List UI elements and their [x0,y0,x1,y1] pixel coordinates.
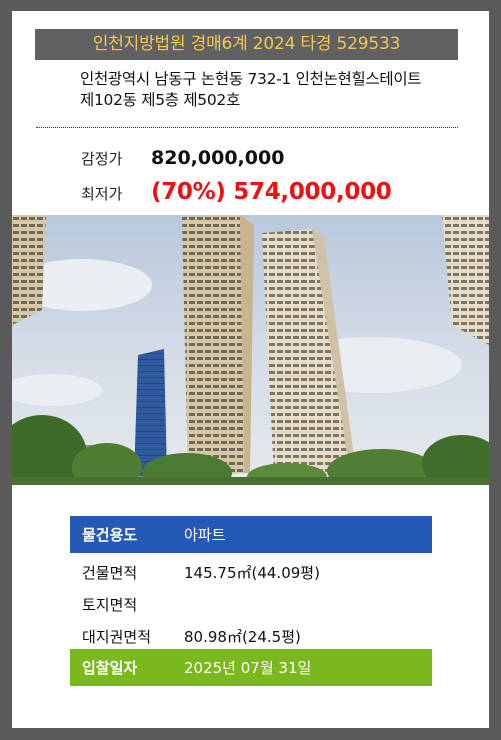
land-right-area-row: 대지권면적 80.98㎡(24.5평) [70,619,432,653]
appraisal-value: 820,000,000 [151,147,285,169]
court-case-banner: 인천지방법원 경매6계 2024 타경 529533 [35,29,458,60]
usage-value: 아파트 [184,526,226,544]
bid-date-value: 2025년 07월 31일 [184,659,312,677]
minimum-value: (70%) 574,000,000 [151,179,392,205]
property-address: 인천광역시 남동구 논현동 732-1 인천논현힐스테이트 제102동 제5층 … [80,69,480,111]
dotted-divider [36,127,458,128]
usage-row: 물건용도 아파트 [70,516,432,553]
building-area-label: 건물면적 [82,563,138,582]
appraisal-price-row: 감정가 820,000,000 [81,147,284,169]
bid-date-label: 입찰일자 [82,659,138,677]
bid-date-row: 입찰일자 2025년 07월 31일 [70,649,432,686]
address-line-2: 제102동 제5층 제502호 [80,91,240,109]
address-line-1: 인천광역시 남동구 논현동 732-1 인천논현힐스테이트 [80,70,422,88]
building-area-row: 건물면적 145.75㎡(44.09평) [70,554,432,590]
appraisal-label: 감정가 [81,150,123,168]
building-area-value: 145.75㎡(44.09평) [184,563,320,582]
auction-card: 인천지방법원 경매6계 2024 타경 529533 인천광역시 남동구 논현동… [12,11,489,728]
minimum-price-row: 최저가 (70%) 574,000,000 [81,179,392,205]
minimum-label: 최저가 [81,185,123,203]
property-photo [12,215,489,485]
land-area-label: 토지면적 [82,595,138,614]
land-right-area-label: 대지권면적 [82,627,152,646]
land-area-row: 토지면적 [70,587,432,621]
land-right-area-value: 80.98㎡(24.5평) [184,627,301,646]
usage-label: 물건용도 [82,526,138,544]
